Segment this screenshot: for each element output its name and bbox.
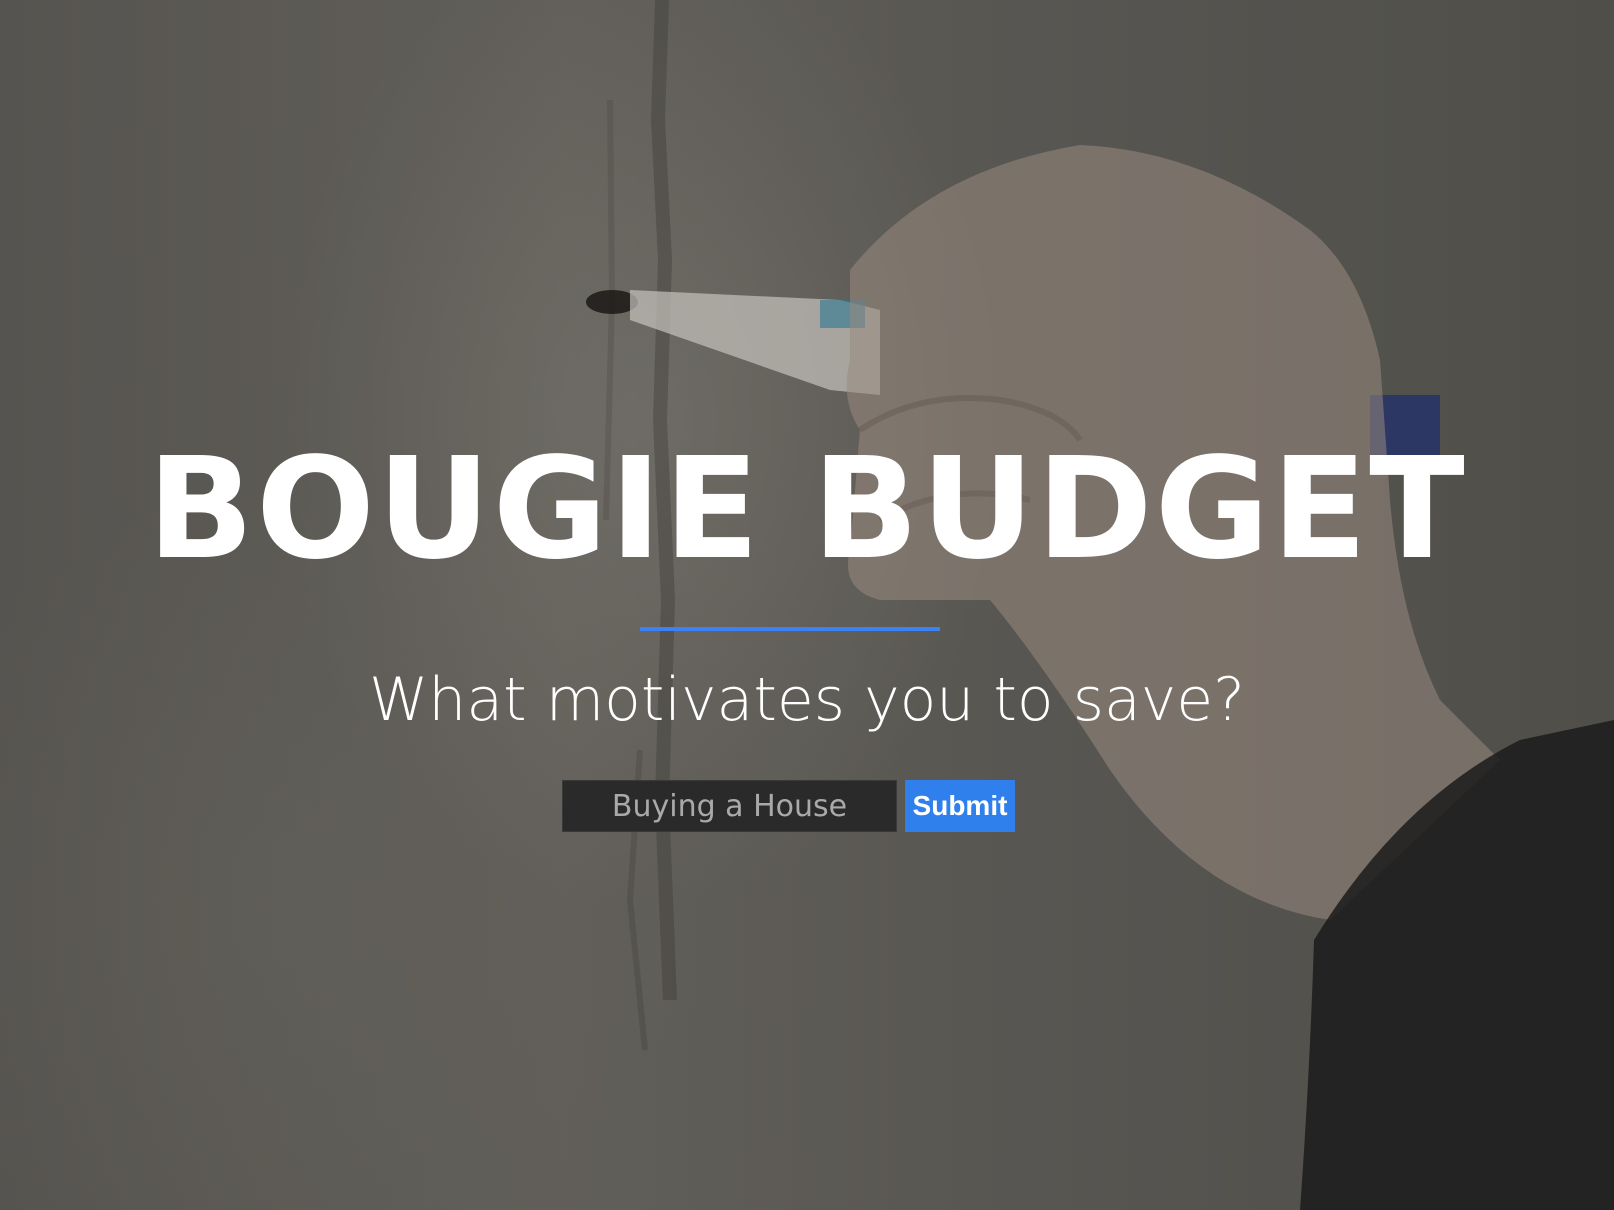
motivation-input[interactable] bbox=[562, 780, 897, 832]
hero-content: BOUGIE BUDGET What motivates you to save… bbox=[0, 0, 1614, 1210]
title-divider bbox=[640, 627, 940, 631]
motivation-question: What motivates you to save? bbox=[368, 665, 1246, 735]
submit-button[interactable]: Submit bbox=[905, 780, 1015, 832]
hero-section: BOUGIE BUDGET What motivates you to save… bbox=[0, 0, 1614, 1210]
motivation-form: Submit bbox=[562, 780, 1015, 832]
page-title: BOUGIE BUDGET bbox=[147, 428, 1467, 591]
